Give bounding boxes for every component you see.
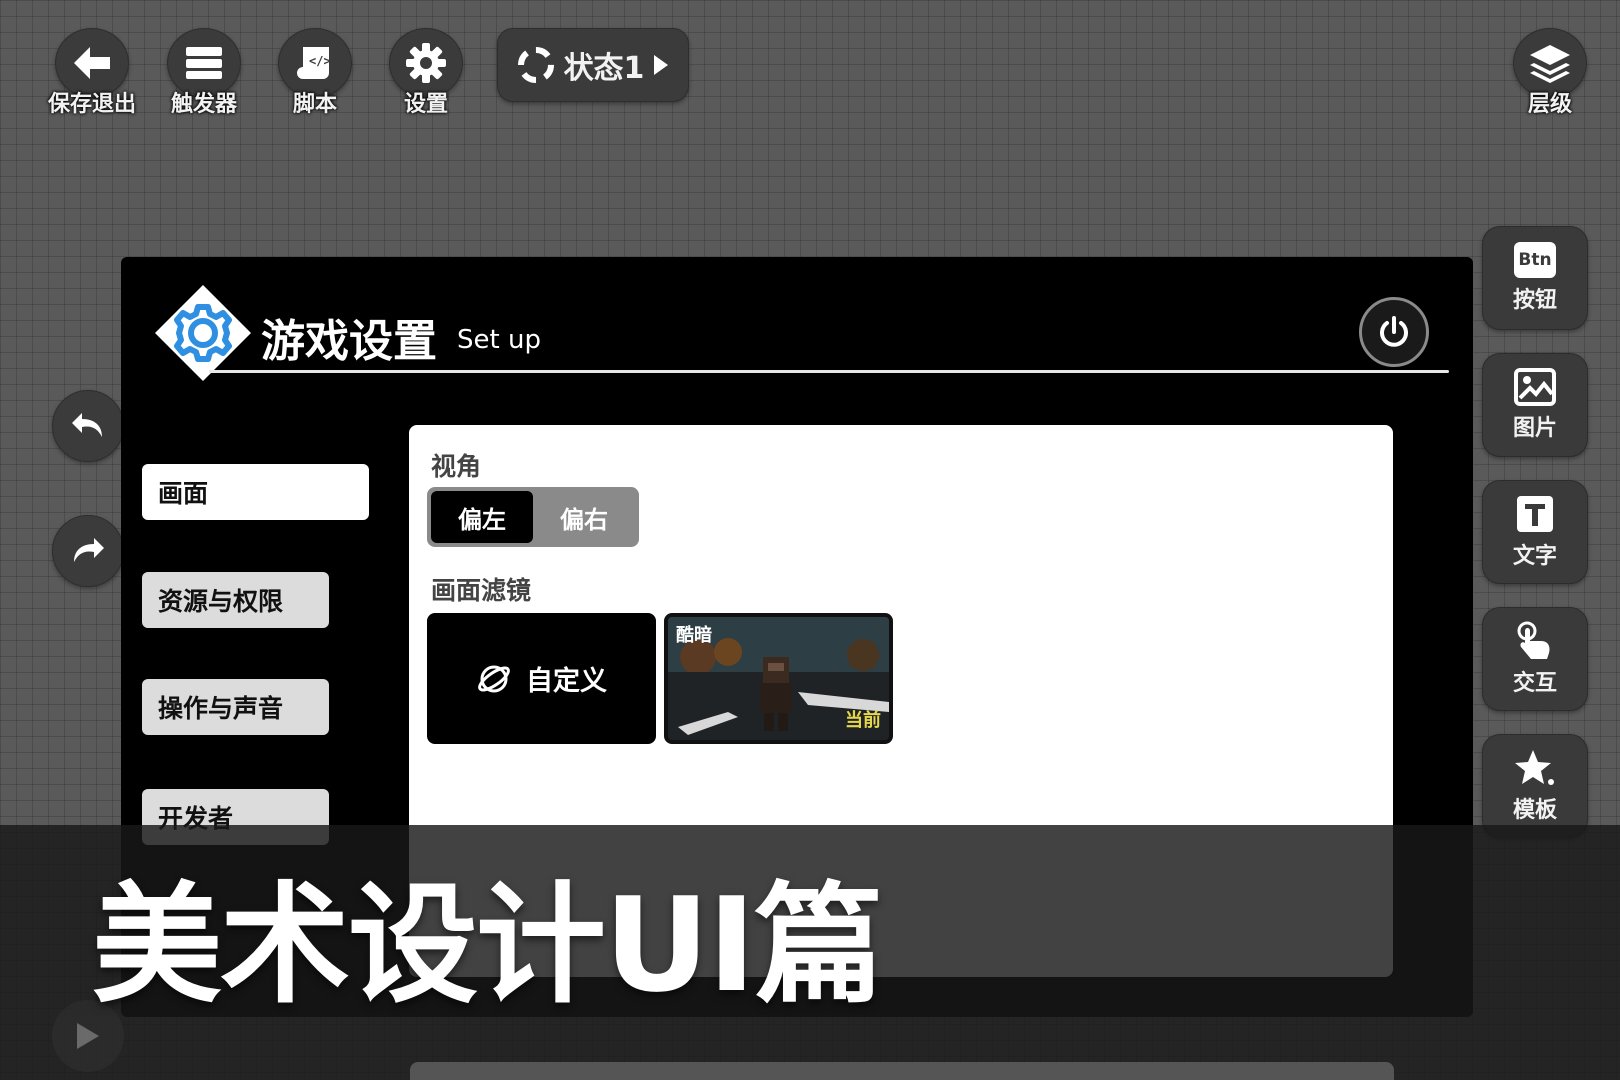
view-right-option[interactable]: 偏右 [533, 491, 635, 543]
component-button[interactable]: Btn 按钮 [1482, 226, 1588, 330]
tap-hand-icon [1517, 621, 1550, 659]
save-exit-button[interactable]: 保存退出 [42, 28, 142, 118]
layers-button[interactable]: 层级 [1500, 28, 1600, 118]
filter-custom-card[interactable]: 自定义 [427, 613, 656, 744]
dialog-title: 游戏设置 [261, 316, 437, 367]
component-template-label: 模板 [1512, 798, 1557, 823]
category-display[interactable]: 画面 [142, 464, 369, 520]
btn-icon-text: Btn [1518, 250, 1552, 270]
settings-button[interactable]: 设置 [376, 28, 476, 118]
view-angle-label: 视角 [431, 452, 482, 481]
filter-label: 画面滤镜 [431, 576, 532, 605]
filter-dark-label: 酷暗 [676, 625, 712, 646]
star-icon [1515, 750, 1554, 785]
view-left-option[interactable]: 偏左 [431, 491, 533, 543]
component-button-label: 按钮 [1512, 288, 1557, 313]
state-label: 状态1 [563, 51, 645, 86]
state-ring-icon [517, 47, 554, 83]
text-icon [1517, 496, 1553, 532]
triggers-label: 触发器 [170, 92, 237, 117]
script-label: 脚本 [292, 92, 337, 117]
component-text[interactable]: 文字 [1482, 480, 1588, 584]
component-image-label: 图片 [1512, 416, 1557, 441]
category-controls-sound[interactable]: 操作与声音 [142, 679, 329, 735]
play-icon [77, 1023, 99, 1049]
dialog-subtitle: Set up [457, 325, 541, 355]
view-angle-toggle: 偏左 偏右 [427, 487, 639, 547]
state-selector[interactable]: 状态1 [497, 28, 689, 102]
filter-dark-card[interactable]: 酷暗 当前 [664, 613, 893, 744]
component-image[interactable]: 图片 [1482, 353, 1588, 457]
close-button[interactable] [1359, 297, 1429, 367]
layers-label: 层级 [1527, 92, 1572, 117]
component-text-label: 文字 [1512, 544, 1557, 569]
component-interact-label: 交互 [1512, 671, 1557, 696]
btn-icon: Btn [1514, 242, 1556, 278]
svg-text:</>: </> [309, 54, 331, 68]
image-icon [1514, 368, 1556, 406]
save-exit-label: 保存退出 [47, 92, 136, 117]
filter-custom-label: 自定义 [526, 666, 607, 697]
component-template[interactable]: 模板 [1482, 734, 1588, 838]
component-interact[interactable]: 交互 [1482, 607, 1588, 711]
settings-label: 设置 [403, 92, 448, 117]
redo-icon [74, 538, 104, 562]
planet-icon [478, 665, 510, 692]
category-resources-permissions[interactable]: 资源与权限 [142, 572, 329, 628]
undo-button[interactable] [52, 390, 124, 462]
play-triangle-icon [654, 55, 669, 75]
triggers-button[interactable]: 触发器 [154, 28, 254, 118]
bottom-panel-edge [410, 1062, 1394, 1080]
title-divider [209, 370, 1449, 373]
script-button[interactable]: </> 脚本 [265, 28, 365, 118]
undo-icon [72, 413, 102, 437]
redo-button[interactable] [52, 515, 124, 587]
filter-current-badge: 当前 [845, 710, 881, 731]
caption-title: 美术设计UI篇 [92, 869, 884, 1021]
power-icon [1380, 316, 1408, 347]
